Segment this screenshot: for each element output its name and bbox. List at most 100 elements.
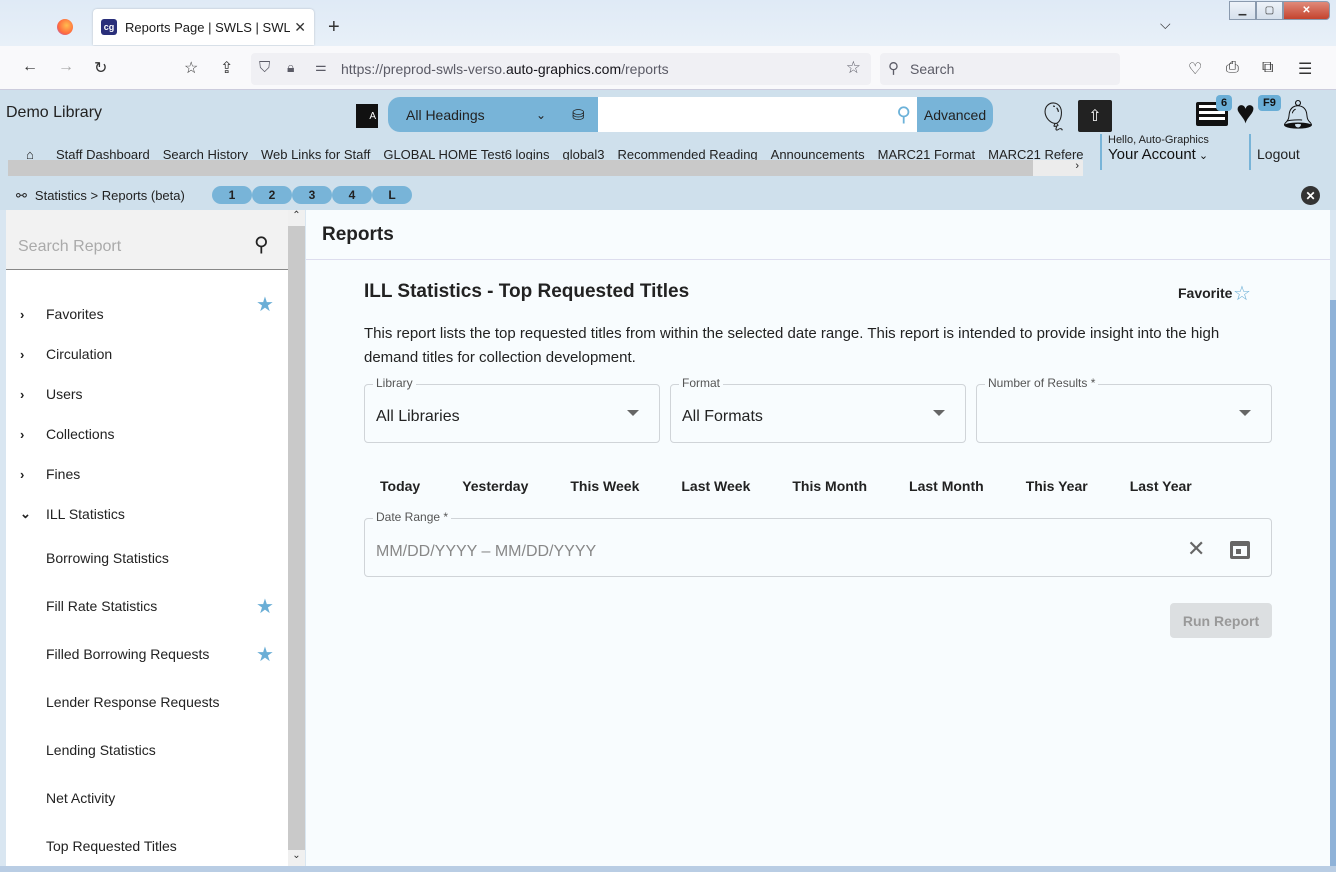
- links-scrollbar[interactable]: ›: [8, 160, 1083, 176]
- sidebar-scrollbar[interactable]: ⌃ ⌄: [288, 210, 305, 866]
- report-net-activity[interactable]: Net Activity: [6, 774, 288, 822]
- tree-node-favorites[interactable]: › Favorites ★: [6, 294, 288, 334]
- search-icon[interactable]: ⚲: [254, 232, 269, 257]
- minimize-button[interactable]: ▁: [1229, 1, 1256, 20]
- quick-link[interactable]: MARC21 Refere: [988, 147, 1083, 160]
- clear-icon[interactable]: ✕: [1187, 536, 1205, 562]
- format-select[interactable]: Format All Formats: [670, 376, 966, 443]
- favorites-badge: F9: [1258, 95, 1281, 111]
- close-tab-icon[interactable]: ✕: [294, 19, 306, 36]
- number-of-results-select[interactable]: Number of Results *: [976, 376, 1272, 443]
- workspace-pill-1[interactable]: 1: [212, 186, 252, 204]
- browser-tab[interactable]: cg Reports Page | SWLS | SWLS | Au ✕: [93, 9, 314, 45]
- scroll-down-icon[interactable]: ⌄: [288, 850, 305, 866]
- pocket-icon[interactable]: ♡: [1188, 59, 1202, 79]
- star-icon[interactable]: ★: [256, 642, 274, 667]
- permissions-icon[interactable]: ⚌: [315, 59, 327, 75]
- list-tabs-button[interactable]: ⌵: [1160, 16, 1171, 33]
- tree-node-fines[interactable]: › Fines: [6, 454, 288, 494]
- quick-link[interactable]: Search History: [163, 147, 248, 160]
- tree-node-label: Collections: [46, 426, 115, 442]
- bookmark-star-icon[interactable]: ☆: [846, 58, 861, 78]
- window-close-button[interactable]: ✕: [1283, 1, 1330, 20]
- browser-search-input[interactable]: ⚲ Search: [880, 53, 1120, 85]
- quick-link[interactable]: Recommended Reading: [617, 147, 757, 160]
- range-today[interactable]: Today: [380, 478, 420, 494]
- language-icon[interactable]: A: [356, 104, 378, 128]
- workspace-pill-4[interactable]: 4: [332, 186, 372, 204]
- library-select[interactable]: Library All Libraries: [364, 376, 660, 443]
- lock-icon[interactable]: 🔒︎: [287, 59, 294, 76]
- calendar-icon[interactable]: [1230, 541, 1250, 559]
- search-icon[interactable]: ⚲: [896, 102, 911, 127]
- bell-icon[interactable]: 🔔︎: [1280, 98, 1316, 131]
- star-outline-icon[interactable]: ☆: [1233, 281, 1251, 306]
- url-text[interactable]: https://preprod-swls-verso.auto-graphics…: [341, 61, 669, 77]
- search-report-input[interactable]: [18, 238, 238, 256]
- report-lending-statistics[interactable]: Lending Statistics: [6, 726, 288, 774]
- tree-node-ill-statistics[interactable]: ⌄ ILL Statistics: [6, 494, 288, 534]
- range-this-month[interactable]: This Month: [792, 478, 867, 494]
- account-menu[interactable]: Hello, Auto-Graphics Your Account ⌄: [1100, 134, 1209, 170]
- extensions-icon[interactable]: ⧉: [1262, 59, 1273, 77]
- search-input[interactable]: ⚲: [598, 97, 917, 132]
- run-report-button[interactable]: Run Report: [1170, 603, 1272, 638]
- quick-link[interactable]: Announcements: [771, 147, 865, 160]
- maximize-button[interactable]: ▢: [1256, 1, 1283, 20]
- menu-icon[interactable]: ☰: [1298, 59, 1312, 79]
- heart-icon[interactable]: ♥: [1236, 94, 1255, 131]
- firefox-icon[interactable]: [57, 19, 73, 35]
- tree-node-circulation[interactable]: › Circulation: [6, 334, 288, 374]
- tree-node-label: Users: [46, 386, 83, 402]
- url-bar[interactable]: ⛉ 🔒︎ ⚌ https://preprod-swls-verso.auto-g…: [251, 53, 871, 85]
- app-header: Demo Library A All Headings ⌄ ⛁ ⚲ Advanc…: [0, 90, 1336, 182]
- report-borrowing-statistics[interactable]: Borrowing Statistics: [6, 534, 288, 582]
- range-last-year[interactable]: Last Year: [1130, 478, 1192, 494]
- reload-icon[interactable]: ↻: [94, 58, 107, 78]
- report-lender-response-requests[interactable]: Lender Response Requests: [6, 678, 288, 726]
- quick-link[interactable]: GLOBAL HOME Test6 logins: [383, 147, 549, 160]
- range-last-week[interactable]: Last Week: [681, 478, 750, 494]
- date-range-input[interactable]: Date Range * MM/DD/YYYY – MM/DD/YYYY ✕: [364, 510, 1272, 577]
- link-icon[interactable]: ⚯: [16, 188, 27, 203]
- page-scrollbar[interactable]: [1330, 300, 1336, 866]
- report-top-requested-titles[interactable]: Top Requested Titles: [6, 822, 288, 870]
- heading-select[interactable]: All Headings ⌄ ⛁: [388, 97, 598, 132]
- quick-link[interactable]: MARC21 Format: [878, 147, 976, 160]
- star-icon[interactable]: ★: [256, 594, 274, 619]
- quick-link[interactable]: Web Links for Staff: [261, 147, 370, 160]
- back-icon[interactable]: ←: [22, 58, 38, 76]
- range-last-month[interactable]: Last Month: [909, 478, 984, 494]
- workspace-pill-2[interactable]: 2: [252, 186, 292, 204]
- scroll-up-icon[interactable]: ⌃: [288, 210, 305, 226]
- shield-icon[interactable]: ⛉: [259, 59, 270, 76]
- range-yesterday[interactable]: Yesterday: [462, 478, 528, 494]
- new-tab-button[interactable]: +: [328, 16, 340, 39]
- report-filled-borrowing-requests[interactable]: Filled Borrowing Requests ★: [6, 630, 288, 678]
- workspace-pill-l[interactable]: L: [372, 186, 412, 204]
- tree-node-users[interactable]: › Users: [6, 374, 288, 414]
- workspace-pill-3[interactable]: 3: [292, 186, 332, 204]
- scroll-right-icon[interactable]: ›: [1033, 160, 1083, 176]
- favorite-label[interactable]: Favorite: [1178, 285, 1232, 301]
- bookmark-page-icon[interactable]: ☆: [184, 58, 198, 78]
- range-this-year[interactable]: This Year: [1026, 478, 1088, 494]
- logout-link[interactable]: Logout: [1249, 134, 1300, 170]
- forward-icon[interactable]: →: [58, 58, 74, 76]
- chevron-right-icon: ›: [20, 346, 25, 362]
- list-count-badge: 6: [1216, 95, 1233, 111]
- quick-link[interactable]: Staff Dashboard: [56, 147, 150, 160]
- balloon-icon[interactable]: 🎈︎: [1036, 100, 1072, 133]
- advanced-search-button[interactable]: Advanced: [917, 97, 993, 132]
- close-icon[interactable]: ✕: [1301, 186, 1320, 205]
- tree-node-collections[interactable]: › Collections: [6, 414, 288, 454]
- print-icon[interactable]: ⎙: [1226, 59, 1239, 77]
- range-this-week[interactable]: This Week: [570, 478, 639, 494]
- quick-link[interactable]: global3: [563, 147, 605, 160]
- report-fill-rate-statistics[interactable]: Fill Rate Statistics ★: [6, 582, 288, 630]
- quick-links-bar: ⌂ Staff Dashboard Search History Web Lin…: [0, 144, 1083, 176]
- report-title: ILL Statistics - Top Requested Titles: [364, 281, 690, 302]
- upload-search-icon[interactable]: ⇧: [1078, 100, 1112, 132]
- database-icon[interactable]: ⛁: [572, 106, 585, 124]
- share-icon[interactable]: ⇪: [220, 58, 233, 78]
